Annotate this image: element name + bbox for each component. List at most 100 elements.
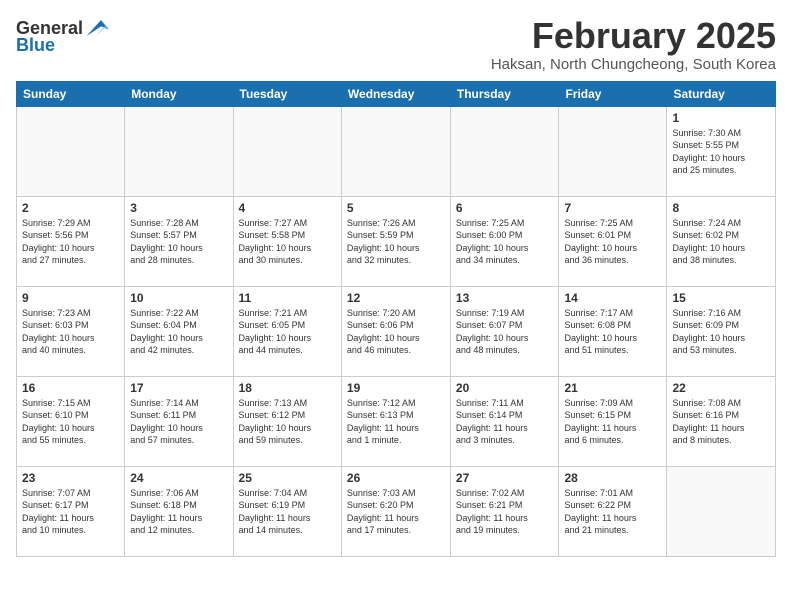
calendar-cell: 1 Sunrise: 7:30 AM Sunset: 5:55 PM Daylig… [667,106,776,196]
calendar-cell: 12 Sunrise: 7:20 AM Sunset: 6:06 PM Dayli… [341,286,450,376]
day-info: Sunrise: 7:30 AM Sunset: 5:55 PM Dayligh… [672,127,770,177]
calendar-table: SundayMondayTuesdayWednesdayThursdayFrid… [16,81,776,557]
day-number: 9 [22,291,119,305]
calendar-cell: 16 Sunrise: 7:15 AM Sunset: 6:10 PM Dayli… [17,376,125,466]
calendar-cell [450,106,559,196]
day-info: Sunrise: 7:25 AM Sunset: 6:01 PM Dayligh… [564,217,661,267]
calendar-cell: 6 Sunrise: 7:25 AM Sunset: 6:00 PM Daylig… [450,196,559,286]
weekday-header-thursday: Thursday [450,81,559,106]
calendar-cell [17,106,125,196]
day-number: 10 [130,291,227,305]
day-number: 3 [130,201,227,215]
day-info: Sunrise: 7:17 AM Sunset: 6:08 PM Dayligh… [564,307,661,357]
day-info: Sunrise: 7:16 AM Sunset: 6:09 PM Dayligh… [672,307,770,357]
day-info: Sunrise: 7:28 AM Sunset: 5:57 PM Dayligh… [130,217,227,267]
day-number: 1 [672,111,770,125]
day-number: 19 [347,381,445,395]
logo-blue: Blue [16,36,55,54]
calendar-cell: 10 Sunrise: 7:22 AM Sunset: 6:04 PM Dayli… [125,286,233,376]
calendar-cell: 20 Sunrise: 7:11 AM Sunset: 6:14 PM Dayli… [450,376,559,466]
day-number: 13 [456,291,554,305]
day-number: 23 [22,471,119,485]
day-info: Sunrise: 7:29 AM Sunset: 5:56 PM Dayligh… [22,217,119,267]
calendar-title: February 2025 [491,16,776,56]
calendar-week-3: 9Sunrise: 7:23 AM Sunset: 6:03 PM Daylig… [17,286,776,376]
calendar-cell: 17Sunrise: 7:14 AM Sunset: 6:11 PM Dayli… [125,376,233,466]
calendar-cell: 24 Sunrise: 7:06 AM Sunset: 6:18 PM Dayli… [125,466,233,556]
day-number: 16 [22,381,119,395]
day-number: 4 [239,201,336,215]
day-info: Sunrise: 7:12 AM Sunset: 6:13 PM Dayligh… [347,397,445,447]
calendar-cell: 9Sunrise: 7:23 AM Sunset: 6:03 PM Daylig… [17,286,125,376]
title-block: February 2025 Haksan, North Chungcheong,… [491,16,776,73]
calendar-week-2: 2 Sunrise: 7:29 AM Sunset: 5:56 PM Daylig… [17,196,776,286]
day-info: Sunrise: 7:08 AM Sunset: 6:16 PM Dayligh… [672,397,770,447]
calendar-cell: 23Sunrise: 7:07 AM Sunset: 6:17 PM Dayli… [17,466,125,556]
calendar-cell [125,106,233,196]
day-number: 11 [239,291,336,305]
day-number: 28 [564,471,661,485]
day-info: Sunrise: 7:02 AM Sunset: 6:21 PM Dayligh… [456,487,554,537]
day-info: Sunrise: 7:19 AM Sunset: 6:07 PM Dayligh… [456,307,554,357]
calendar-cell: 5 Sunrise: 7:26 AM Sunset: 5:59 PM Daylig… [341,196,450,286]
day-info: Sunrise: 7:20 AM Sunset: 6:06 PM Dayligh… [347,307,445,357]
day-info: Sunrise: 7:11 AM Sunset: 6:14 PM Dayligh… [456,397,554,447]
day-number: 27 [456,471,554,485]
day-number: 5 [347,201,445,215]
day-number: 14 [564,291,661,305]
calendar-cell: 4 Sunrise: 7:27 AM Sunset: 5:58 PM Daylig… [233,196,341,286]
calendar-cell: 27 Sunrise: 7:02 AM Sunset: 6:21 PM Dayli… [450,466,559,556]
weekday-header-saturday: Saturday [667,81,776,106]
calendar-week-5: 23Sunrise: 7:07 AM Sunset: 6:17 PM Dayli… [17,466,776,556]
day-number: 2 [22,201,119,215]
weekday-header-monday: Monday [125,81,233,106]
day-info: Sunrise: 7:06 AM Sunset: 6:18 PM Dayligh… [130,487,227,537]
day-number: 21 [564,381,661,395]
day-number: 15 [672,291,770,305]
page-header: General Blue February 2025 Haksan, North… [16,16,776,73]
calendar-cell: 26 Sunrise: 7:03 AM Sunset: 6:20 PM Dayli… [341,466,450,556]
day-info: Sunrise: 7:27 AM Sunset: 5:58 PM Dayligh… [239,217,336,267]
calendar-cell: 3 Sunrise: 7:28 AM Sunset: 5:57 PM Daylig… [125,196,233,286]
calendar-cell: 8 Sunrise: 7:24 AM Sunset: 6:02 PM Daylig… [667,196,776,286]
day-number: 24 [130,471,227,485]
day-number: 6 [456,201,554,215]
calendar-cell [559,106,667,196]
calendar-cell [233,106,341,196]
day-number: 25 [239,471,336,485]
day-info: Sunrise: 7:15 AM Sunset: 6:10 PM Dayligh… [22,397,119,447]
day-number: 26 [347,471,445,485]
calendar-cell: 14 Sunrise: 7:17 AM Sunset: 6:08 PM Dayli… [559,286,667,376]
weekday-header-friday: Friday [559,81,667,106]
calendar-cell [667,466,776,556]
day-info: Sunrise: 7:22 AM Sunset: 6:04 PM Dayligh… [130,307,227,357]
calendar-subtitle: Haksan, North Chungcheong, South Korea [491,56,776,73]
calendar-cell: 7 Sunrise: 7:25 AM Sunset: 6:01 PM Daylig… [559,196,667,286]
calendar-cell: 21 Sunrise: 7:09 AM Sunset: 6:15 PM Dayli… [559,376,667,466]
calendar-cell: 18Sunrise: 7:13 AM Sunset: 6:12 PM Dayli… [233,376,341,466]
weekday-header-row: SundayMondayTuesdayWednesdayThursdayFrid… [17,81,776,106]
logo: General Blue [16,16,109,54]
calendar-cell: 19 Sunrise: 7:12 AM Sunset: 6:13 PM Dayli… [341,376,450,466]
calendar-week-1: 1 Sunrise: 7:30 AM Sunset: 5:55 PM Daylig… [17,106,776,196]
day-number: 7 [564,201,661,215]
day-info: Sunrise: 7:09 AM Sunset: 6:15 PM Dayligh… [564,397,661,447]
calendar-cell: 11 Sunrise: 7:21 AM Sunset: 6:05 PM Dayli… [233,286,341,376]
day-info: Sunrise: 7:25 AM Sunset: 6:00 PM Dayligh… [456,217,554,267]
day-info: Sunrise: 7:21 AM Sunset: 6:05 PM Dayligh… [239,307,336,357]
day-number: 20 [456,381,554,395]
weekday-header-tuesday: Tuesday [233,81,341,106]
calendar-cell: 28Sunrise: 7:01 AM Sunset: 6:22 PM Dayli… [559,466,667,556]
calendar-week-4: 16 Sunrise: 7:15 AM Sunset: 6:10 PM Dayli… [17,376,776,466]
calendar-cell: 22Sunrise: 7:08 AM Sunset: 6:16 PM Dayli… [667,376,776,466]
day-info: Sunrise: 7:03 AM Sunset: 6:20 PM Dayligh… [347,487,445,537]
day-info: Sunrise: 7:24 AM Sunset: 6:02 PM Dayligh… [672,217,770,267]
day-info: Sunrise: 7:14 AM Sunset: 6:11 PM Dayligh… [130,397,227,447]
calendar-cell: 15 Sunrise: 7:16 AM Sunset: 6:09 PM Dayli… [667,286,776,376]
day-number: 12 [347,291,445,305]
day-number: 8 [672,201,770,215]
day-info: Sunrise: 7:26 AM Sunset: 5:59 PM Dayligh… [347,217,445,267]
weekday-header-sunday: Sunday [17,81,125,106]
calendar-cell: 13 Sunrise: 7:19 AM Sunset: 6:07 PM Dayli… [450,286,559,376]
calendar-cell [341,106,450,196]
